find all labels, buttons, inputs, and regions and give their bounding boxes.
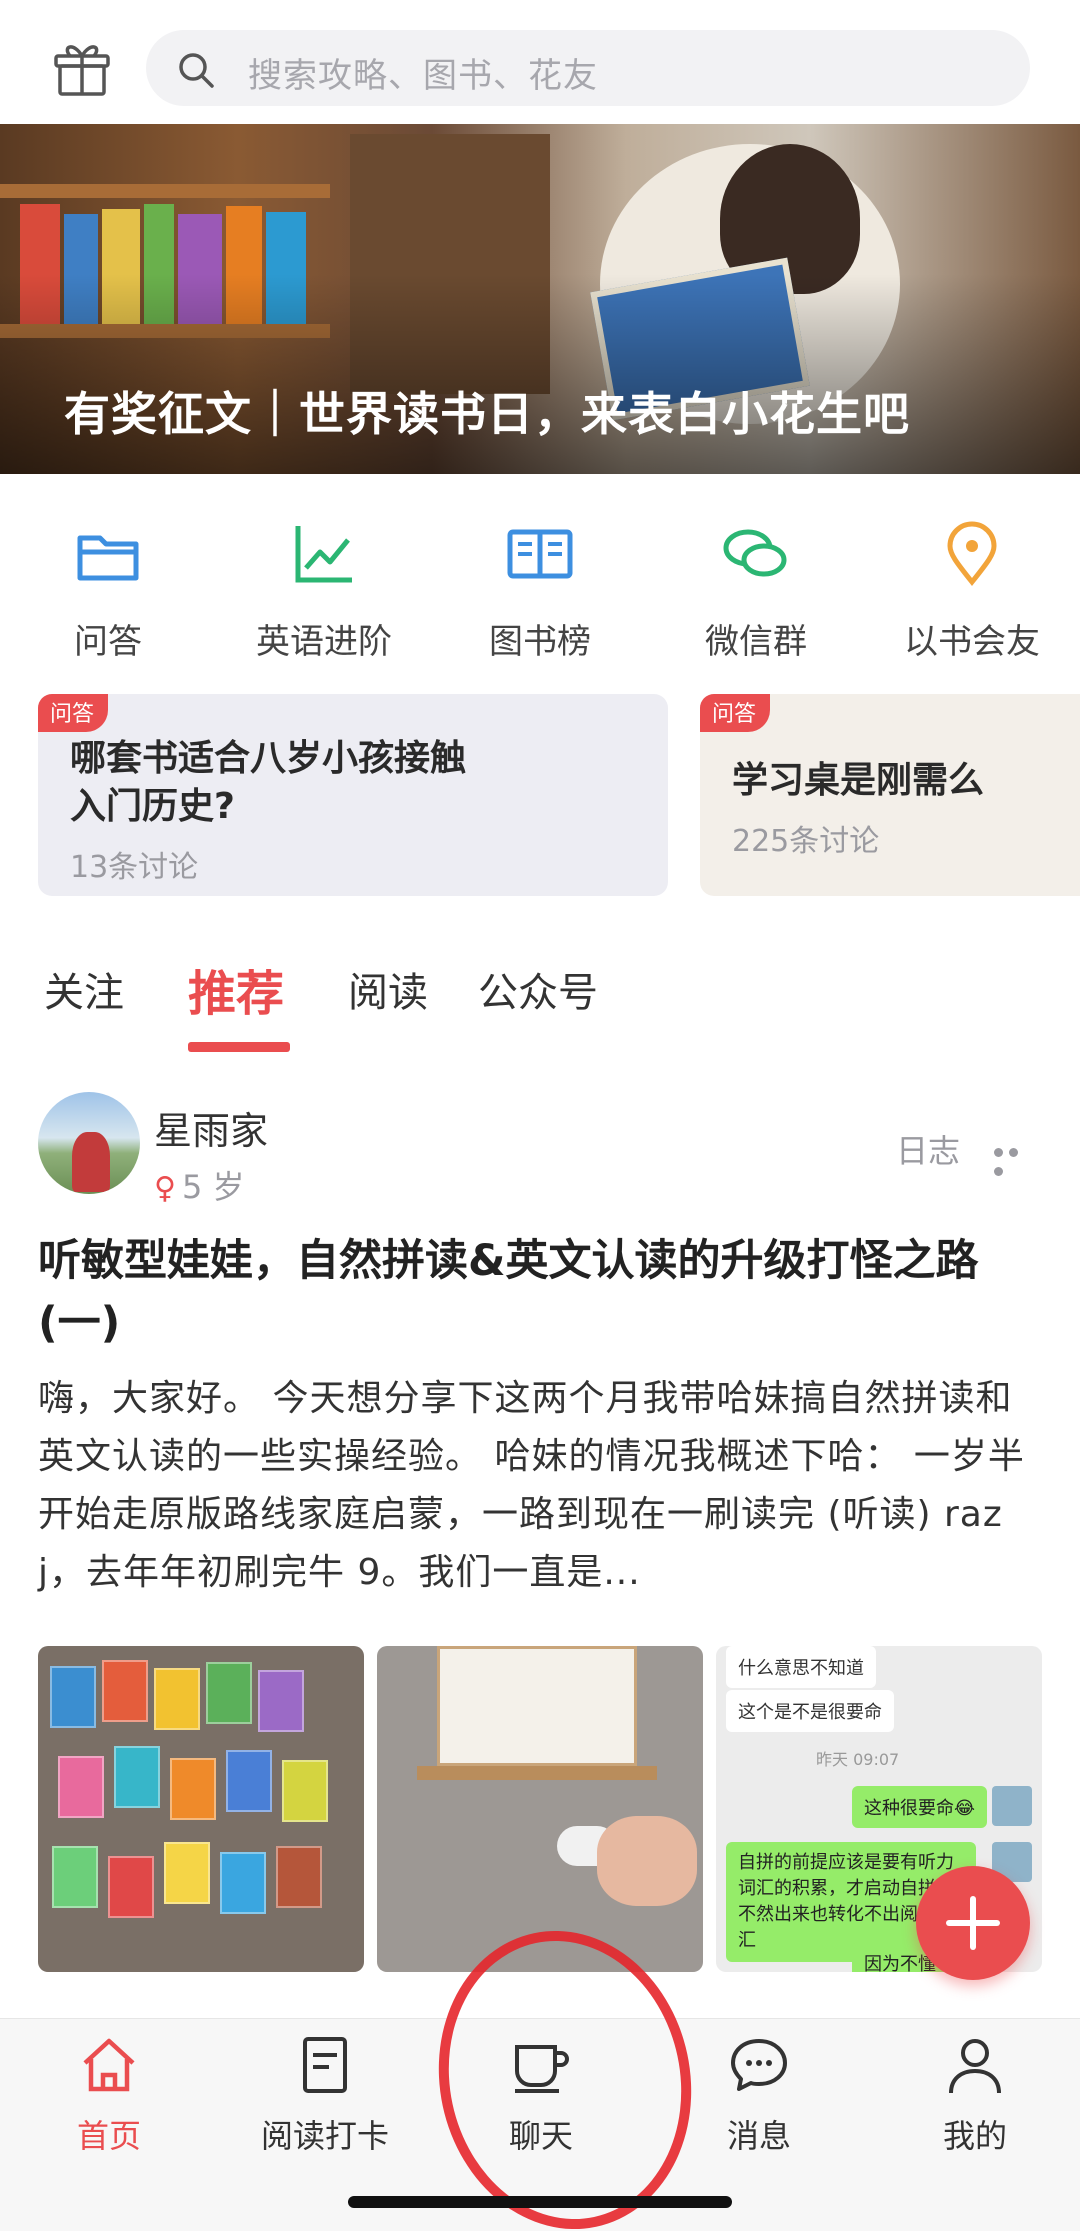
female-icon: ♀ xyxy=(154,1171,176,1206)
book-cover xyxy=(276,1846,322,1908)
chat-bubbles-icon xyxy=(723,529,787,577)
top-bar: 搜索攻略、图书、花友 xyxy=(0,0,1080,124)
avatar-figure xyxy=(72,1132,110,1192)
quick-nav-book-friends[interactable]: 以书会友 xyxy=(872,500,1072,663)
book-cover xyxy=(220,1852,266,1914)
qa-card-title: 入门历史? xyxy=(70,786,235,827)
post-type: 日志 xyxy=(896,1132,961,1170)
more-icon[interactable] xyxy=(994,1142,1038,1176)
person-icon xyxy=(949,2039,1001,2094)
book-cover xyxy=(58,1756,104,1818)
tab-official-account[interactable]: 公众号 xyxy=(478,960,598,1018)
post-body[interactable]: 嗨，大家好。 今天想分享下这两个月我带哈妹搞自然拼读和英文认读的一些实操经验。 … xyxy=(38,1370,1048,1602)
nav-label: 首页 xyxy=(76,2117,141,2155)
banner-title: 有奖征文｜世界读书日，来表白小花生吧 xyxy=(64,387,910,441)
feed-tabs: 关注 推荐 阅读 公众号 xyxy=(0,960,1080,1060)
book-cover xyxy=(164,1842,210,1904)
quick-nav-label: 以书会友 xyxy=(904,622,1040,662)
location-pin-icon xyxy=(947,521,997,587)
book-on-stand xyxy=(437,1646,637,1766)
book-stand xyxy=(417,1766,657,1780)
quick-nav-wechat-group[interactable]: 微信群 xyxy=(656,500,856,663)
post-image-books[interactable] xyxy=(38,1646,364,1972)
quick-nav: 问答 英语进阶 图书榜 微信群 以书会友 xyxy=(0,500,1080,670)
book-cover xyxy=(258,1670,304,1732)
book-cover xyxy=(154,1668,200,1730)
quick-nav-qa[interactable]: 问答 xyxy=(8,500,208,663)
chat-message: 这种很要命😂 xyxy=(852,1786,988,1828)
quick-nav-book-rank[interactable]: 图书榜 xyxy=(440,500,640,663)
book-cover xyxy=(114,1746,160,1808)
chat-avatar xyxy=(992,1786,1032,1826)
quick-nav-english[interactable]: 英语进阶 xyxy=(224,500,424,663)
note-icon xyxy=(303,2037,347,2093)
book-cover xyxy=(282,1760,328,1822)
age-text: 5 岁 xyxy=(181,1168,245,1206)
folder-icon xyxy=(77,535,139,581)
chat-message: 这个是不是很要命 xyxy=(726,1690,894,1732)
qa-card[interactable]: 问答 学习桌是刚需么 225条讨论 xyxy=(700,694,1080,896)
qa-tag: 问答 xyxy=(700,694,771,732)
tab-indicator xyxy=(188,1042,290,1052)
quick-nav-label: 问答 xyxy=(74,622,142,662)
tab-follow[interactable]: 关注 xyxy=(44,960,124,1018)
chat-time: 昨天 09:07 xyxy=(816,1750,900,1769)
gift-icon[interactable] xyxy=(52,40,112,96)
qa-card-count: 225条讨论 xyxy=(732,824,880,859)
quick-nav-label: 微信群 xyxy=(705,622,807,662)
tab-reading[interactable]: 阅读 xyxy=(348,960,428,1018)
nav-label: 我的 xyxy=(942,2117,1007,2155)
book-cover xyxy=(52,1846,98,1908)
book-cover xyxy=(108,1856,154,1918)
home-icon xyxy=(83,2038,135,2092)
add-post-button[interactable] xyxy=(916,1866,1030,1980)
hand xyxy=(597,1816,697,1906)
message-bubble-icon xyxy=(731,2039,787,2091)
quick-nav-label: 英语进阶 xyxy=(256,622,392,662)
qa-tag: 问答 xyxy=(38,694,109,732)
qa-card-title: 学习桌是刚需么 xyxy=(732,760,985,801)
shelf-plank xyxy=(0,184,330,198)
book-cover xyxy=(170,1758,216,1820)
avatar[interactable] xyxy=(38,1092,140,1194)
qa-card-title: 哪套书适合八岁小孩接触 xyxy=(70,738,467,779)
search-icon xyxy=(179,53,214,88)
nav-messages[interactable]: 消息 xyxy=(684,2033,834,2157)
tab-recommend[interactable]: 推荐 xyxy=(188,954,284,1024)
trend-chart-icon xyxy=(295,526,352,583)
nav-reading-checkin[interactable]: 阅读打卡 xyxy=(250,2033,400,2157)
search-input[interactable]: 搜索攻略、图书、花友 xyxy=(146,30,1030,106)
search-placeholder: 搜索攻略、图书、花友 xyxy=(248,56,598,96)
promo-banner[interactable]: 有奖征文｜世界读书日，来表白小花生吧 xyxy=(0,124,1080,474)
nav-label: 消息 xyxy=(726,2117,791,2155)
post-image-desk[interactable] xyxy=(377,1646,703,1972)
book-cover xyxy=(50,1666,96,1728)
post-title[interactable]: 听敏型娃娃，自然拼读&英文认读的升级打怪之路 (一) xyxy=(38,1230,1048,1354)
book-cover xyxy=(102,1660,148,1722)
book-cover xyxy=(226,1750,272,1812)
nav-label: 阅读打卡 xyxy=(260,2117,389,2155)
open-book-icon xyxy=(507,529,573,579)
quick-nav-label: 图书榜 xyxy=(489,622,591,662)
book-cover xyxy=(206,1662,252,1724)
qa-card-count: 13条讨论 xyxy=(70,850,199,885)
home-indicator xyxy=(348,2196,732,2208)
author-name[interactable]: 星雨家 xyxy=(154,1100,268,1155)
qa-card[interactable]: 问答 哪套书适合八岁小孩接触 入门历史? 13条讨论 xyxy=(38,694,668,896)
nav-home[interactable]: 首页 xyxy=(34,2033,184,2157)
child-age: ♀ 5 岁 xyxy=(154,1162,245,1208)
banner-shade xyxy=(0,274,1080,474)
nav-me[interactable]: 我的 xyxy=(900,2033,1050,2157)
chat-message: 什么意思不知道 xyxy=(726,1646,876,1688)
